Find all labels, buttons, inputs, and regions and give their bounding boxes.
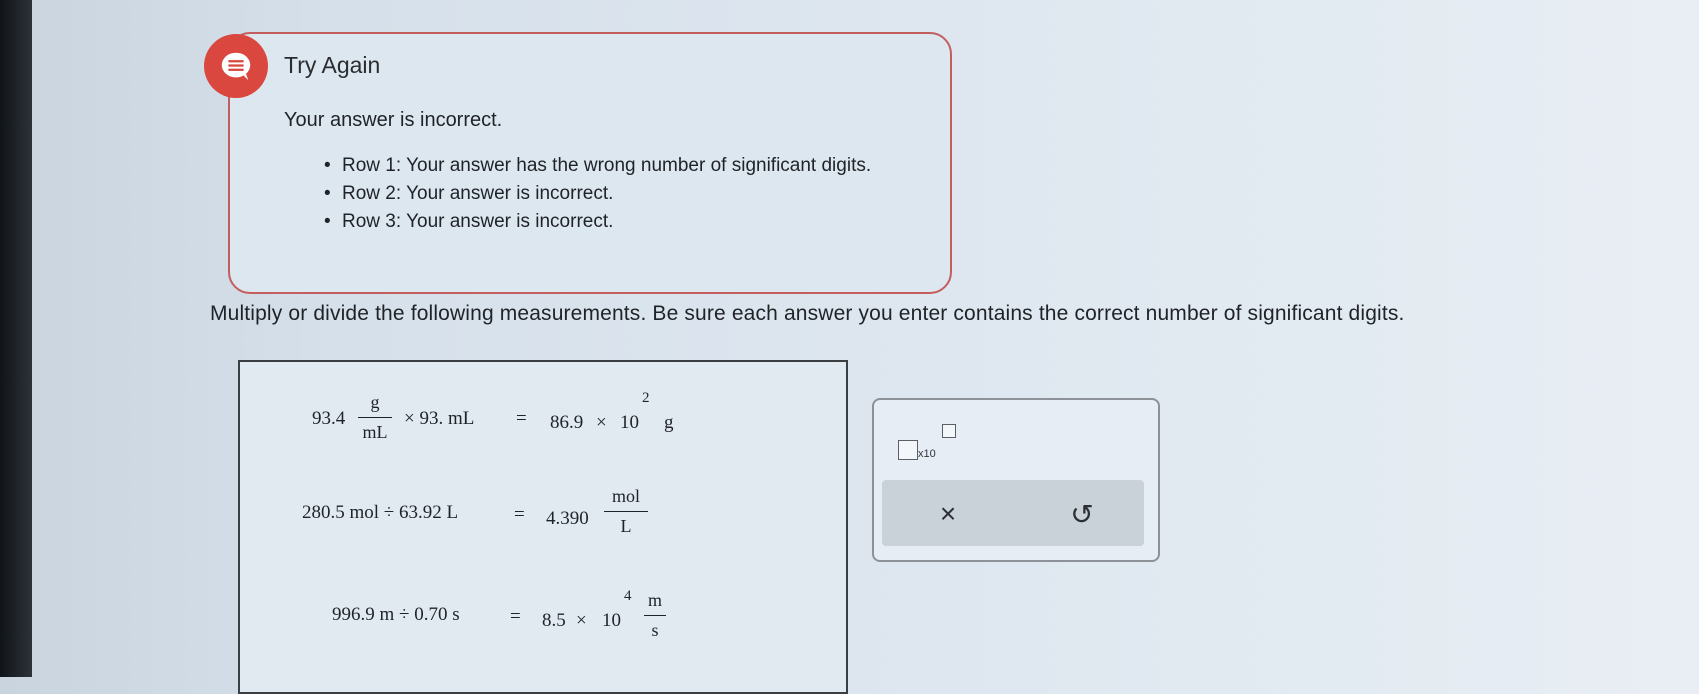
row3-answer-times: × xyxy=(576,610,587,631)
row3-answer-unit-fraction: m s xyxy=(644,590,666,641)
row1-lhs-value: 93.4 xyxy=(312,408,346,429)
row1-answer-unit: g xyxy=(664,412,674,433)
row1-answer-times: × xyxy=(596,412,607,433)
row2-answer-unit-fraction: mol L xyxy=(604,486,648,537)
fraction-bar xyxy=(604,511,648,512)
row2-lhs: 280.5 mol ÷ 63.92 L xyxy=(302,502,459,523)
row3-answer-unit-num: m xyxy=(647,590,662,610)
answer-tool-panel: x10 × ↺ xyxy=(872,398,1160,562)
screen-bezel xyxy=(0,0,32,677)
row3-equals: = xyxy=(510,606,521,627)
times-ten-label: x10 xyxy=(918,448,936,460)
undo-button[interactable]: ↺ xyxy=(1060,492,1104,536)
row1-lhs-unit-fraction: g mL xyxy=(358,392,392,443)
row1-lhs-unit-num: g xyxy=(370,392,380,412)
feedback-issue: Row 3: Your answer is incorrect. xyxy=(324,211,871,233)
problem-box: 93.4 g mL × 93. mL = 86.9 × 10 2 g 280.5… xyxy=(238,360,848,694)
scientific-notation-button[interactable]: x10 xyxy=(898,418,962,460)
row1-lhs-unit-den: mL xyxy=(362,422,388,442)
row1-answer-base: 10 xyxy=(620,412,639,433)
row1-answer-mantissa[interactable]: 86.9 xyxy=(550,412,583,434)
close-icon: × xyxy=(939,498,957,529)
chat-bubble-icon xyxy=(204,34,268,98)
undo-icon: ↺ xyxy=(1070,498,1094,530)
row3-answer-unit-den: s xyxy=(651,620,659,640)
feedback-title: Try Again xyxy=(284,52,381,78)
problem-instructions: Multiply or divide the following measure… xyxy=(210,302,1405,325)
clear-button[interactable]: × xyxy=(926,492,970,536)
tool-action-bar: × ↺ xyxy=(882,480,1144,546)
fraction-bar xyxy=(644,615,666,616)
row3-lhs: 996.9 m ÷ 0.70 s xyxy=(332,604,460,625)
row1-equals: = xyxy=(516,408,527,429)
row2-answer-unit-den: L xyxy=(620,516,632,536)
mantissa-box-icon xyxy=(898,440,918,460)
feedback-issue: Row 1: Your answer has the wrong number … xyxy=(324,155,871,177)
feedback-issue: Row 2: Your answer is incorrect. xyxy=(324,183,871,205)
row2-equals: = xyxy=(514,504,525,525)
exponent-box-icon xyxy=(942,424,956,438)
feedback-verdict: Your answer is incorrect. xyxy=(284,109,503,131)
row1-answer-exponent[interactable]: 2 xyxy=(642,390,650,407)
feedback-issue-list: Row 1: Your answer has the wrong number … xyxy=(324,155,871,239)
row2-answer-value[interactable]: 4.390 xyxy=(546,508,589,530)
row2-answer-unit-num: mol xyxy=(611,486,640,506)
row1-operator-term: × 93. mL xyxy=(404,408,475,429)
row3-answer-mantissa[interactable]: 8.5 xyxy=(542,610,566,632)
fraction-bar xyxy=(358,417,392,418)
row3-answer-base: 10 xyxy=(602,610,621,631)
row3-answer-exponent[interactable]: 4 xyxy=(624,588,632,605)
